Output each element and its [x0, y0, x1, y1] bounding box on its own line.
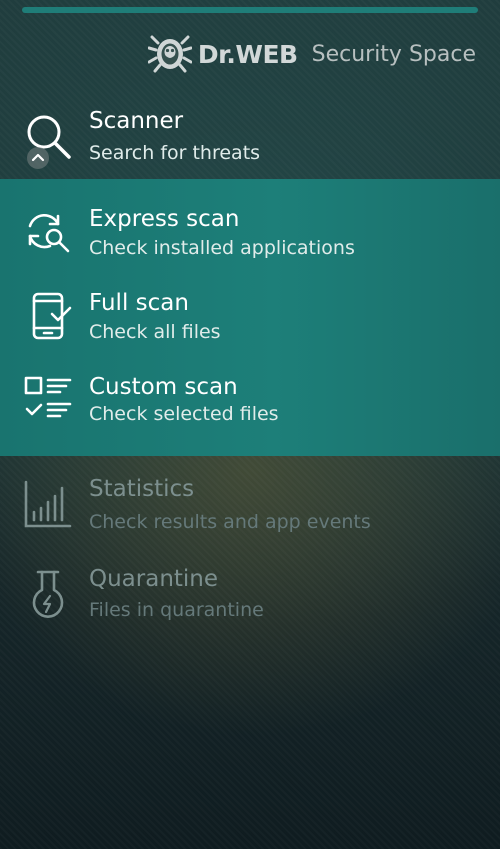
brand-name: Dr.WEB: [197, 39, 298, 69]
refresh-search-icon: [24, 208, 72, 256]
menu-item-title: Full scan: [89, 290, 189, 316]
menu-item-subtitle: Check all files: [89, 321, 221, 343]
phone-check-icon: [24, 292, 72, 340]
menu-item-title: Scanner: [89, 108, 184, 134]
collapse-chevron-up-icon[interactable]: [27, 147, 49, 169]
menu-item-quarantine[interactable]: Quarantine Files in quarantine: [0, 560, 500, 640]
menu-item-full-scan[interactable]: Full scan Check all files: [0, 280, 500, 360]
menu-item-scanner[interactable]: Scanner Search for threats: [0, 100, 500, 180]
menu-item-custom-scan[interactable]: Custom scan Check selected files: [0, 364, 500, 444]
menu-item-subtitle: Search for threats: [89, 142, 261, 164]
bar-chart-icon: [24, 480, 72, 528]
menu-item-subtitle: Files in quarantine: [89, 599, 264, 621]
product-name: Security Space: [311, 41, 476, 67]
app-brand: Dr.WEB Security Space: [147, 34, 476, 74]
menu-item-title: Statistics: [89, 476, 195, 502]
menu-item-title: Quarantine: [89, 566, 219, 592]
drweb-spider-logo-icon: [147, 35, 192, 73]
menu-item-express-scan[interactable]: Express scan Check installed application…: [0, 196, 500, 276]
menu-item-title: Express scan: [89, 206, 240, 232]
menu-item-subtitle: Check results and app events: [89, 511, 371, 533]
menu-item-statistics[interactable]: Statistics Check results and app events: [0, 470, 500, 550]
flask-icon: [24, 570, 72, 618]
menu-item-subtitle: Check installed applications: [89, 237, 355, 259]
checklist-icon: [24, 374, 72, 422]
menu-item-subtitle: Check selected files: [89, 403, 279, 425]
top-progress-bar: [22, 7, 478, 13]
menu-item-title: Custom scan: [89, 374, 238, 400]
